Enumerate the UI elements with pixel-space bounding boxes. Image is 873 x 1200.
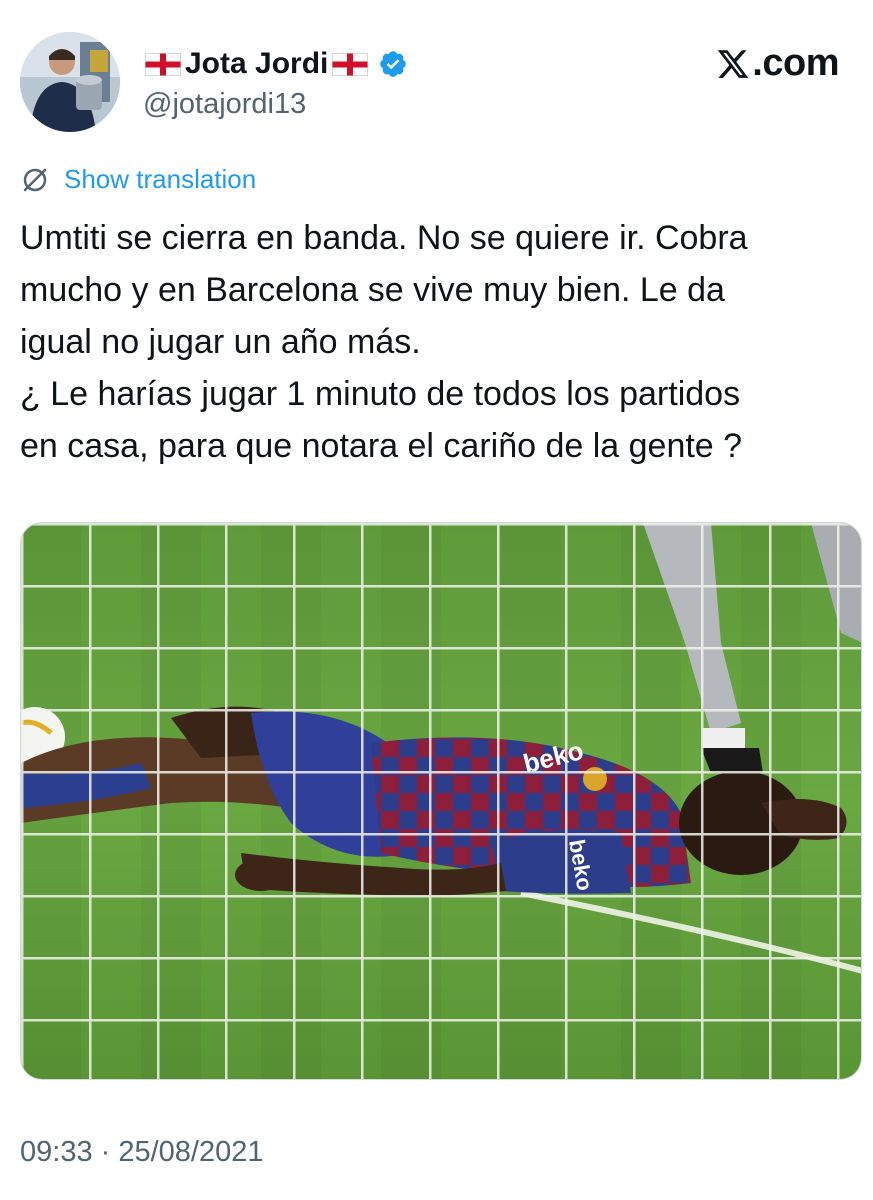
author-display-name[interactable]: Jota Jordi: [185, 47, 328, 81]
verified-badge-icon: [378, 49, 408, 79]
x-logo: .com: [716, 42, 839, 85]
england-flag-icon: [332, 52, 369, 76]
tweet-photo[interactable]: beko beko: [20, 522, 862, 1080]
tweet-card: Jota Jordi @jotajordi13 .com Show transl…: [0, 0, 873, 1200]
tweet-text-line: Umtiti se cierra en banda. No se quiere …: [20, 219, 748, 257]
tweet-text-line: ¿ Le harías jugar 1 minuto de todos los …: [20, 375, 741, 413]
globe-slash-icon: [23, 168, 47, 191]
show-translation-link[interactable]: Show translation: [20, 164, 256, 195]
tweet-text: Umtiti se cierra en banda. No se quiere …: [20, 212, 860, 472]
tweet-timestamp[interactable]: 09:33 · 25/08/2021: [20, 1136, 263, 1169]
x-logo-icon: [718, 49, 749, 78]
tweet-text-line: igual no jugar un año más.: [20, 323, 421, 361]
author-handle[interactable]: @jotajordi13: [143, 88, 306, 121]
show-translation-label[interactable]: Show translation: [64, 164, 256, 195]
tweet-text-line: en casa, para que notara el cariño de la…: [20, 427, 743, 465]
avatar[interactable]: [20, 32, 120, 132]
tweet-text-line: mucho y en Barcelona se vive muy bien. L…: [20, 271, 725, 309]
author-name-row[interactable]: Jota Jordi: [143, 44, 408, 84]
x-logo-domain: .com: [752, 42, 839, 84]
england-flag-icon: [145, 52, 181, 76]
